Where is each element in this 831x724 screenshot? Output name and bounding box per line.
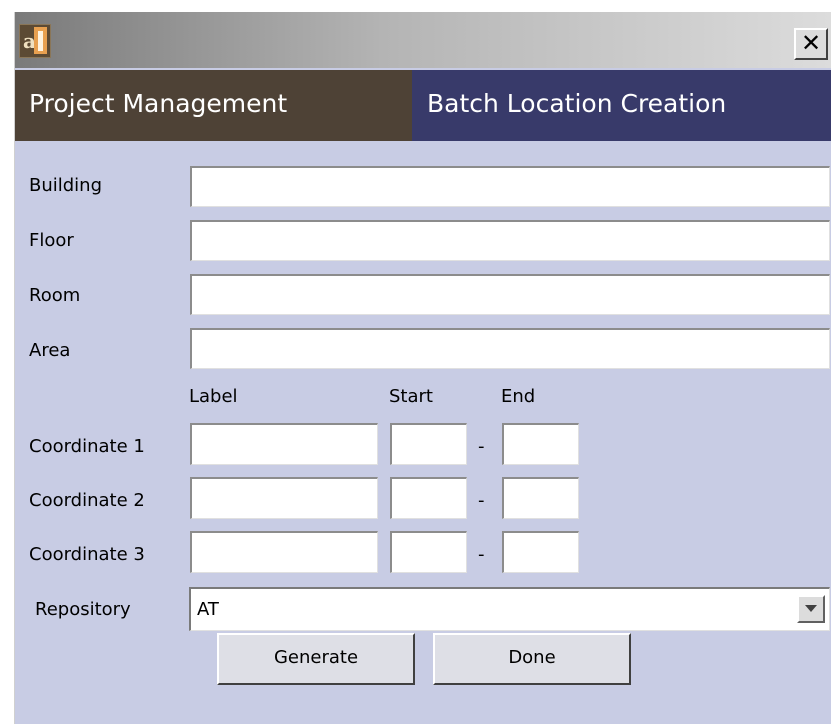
coordinate-3-label-input[interactable] [190,531,378,573]
area-label: Area [29,340,71,361]
building-label: Building [29,175,103,196]
generate-button[interactable]: Generate [217,633,415,685]
coordinate-2-start-input[interactable] [390,477,467,519]
done-button[interactable]: Done [433,633,631,685]
coordinate-2-label: Coordinate 2 [29,490,145,511]
module-title: Project Management [29,89,288,118]
header-banner: Project Management Batch Location Creati… [15,70,831,141]
coord-end-header: End [501,386,536,407]
range-separator: - [478,490,485,511]
header-left-panel: Project Management [15,70,412,141]
coordinate-2-end-input[interactable] [502,477,579,519]
coordinate-1-start-input[interactable] [390,423,467,465]
coordinate-1-end-input[interactable] [502,423,579,465]
range-separator: - [478,544,485,565]
close-icon: ✕ [800,29,822,57]
coord-start-header: Start [389,386,433,407]
range-separator: - [478,436,485,457]
coordinate-1-label-input[interactable] [190,423,378,465]
repository-selected-value: AT [197,599,219,620]
repository-select[interactable]: AT [189,587,830,631]
coordinate-3-start-input[interactable] [390,531,467,573]
batch-location-window: a ✕ Project Management Batch Location Cr… [14,12,831,724]
room-label: Room [29,285,81,306]
building-input[interactable] [190,166,830,207]
header-right-panel: Batch Location Creation [412,70,831,141]
coordinate-1-label: Coordinate 1 [29,436,145,457]
chevron-down-icon[interactable] [797,595,825,623]
area-input[interactable] [190,328,830,369]
floor-input[interactable] [190,220,830,261]
app-logo-icon: a [19,24,51,58]
title-bar: a ✕ [15,12,831,68]
coordinate-2-label-input[interactable] [190,477,378,519]
repository-label: Repository [35,599,131,620]
close-button[interactable]: ✕ [794,28,828,60]
page-title: Batch Location Creation [427,89,727,118]
coord-label-header: Label [189,386,238,407]
coordinate-3-end-input[interactable] [502,531,579,573]
coordinate-3-label: Coordinate 3 [29,544,145,565]
room-input[interactable] [190,274,830,315]
floor-label: Floor [29,230,74,251]
